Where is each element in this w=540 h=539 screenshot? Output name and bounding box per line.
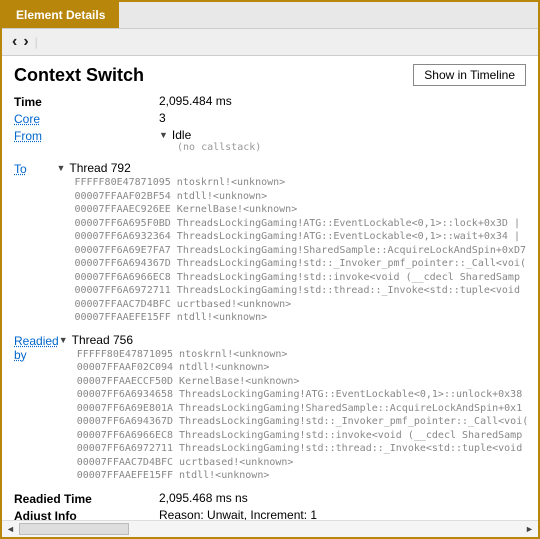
stack-frame: 00007FFAAEC926EE KernelBase!<unknown>	[74, 203, 526, 217]
value-readied-by: ▼ Thread 756 FFFFF80E47871095 ntoskrnl!<…	[59, 333, 529, 489]
toolbar: ‹ › |	[2, 29, 538, 56]
row-adjust-info: Adjust Info Reason: Unwait, Increment: 1	[14, 508, 526, 521]
label-core[interactable]: Core	[14, 111, 159, 126]
row-from: From ▼ Idle (no callstack)	[14, 128, 526, 159]
row-to: To ▼ Thread 792 FFFFF80E47871095 ntoskrn…	[14, 161, 526, 331]
element-details-panel: Element Details ‹ › | Context Switch Sho…	[0, 0, 540, 539]
stack-frame: 00007FF6A69E7FA7 ThreadsLockingGaming!Sh…	[74, 244, 526, 258]
to-thread-name: Thread 792	[69, 161, 130, 175]
row-readied-by: Readied by ▼ Thread 756 FFFFF80E47871095…	[14, 333, 526, 489]
from-no-callstack: (no callstack)	[177, 142, 261, 153]
scroll-right-icon[interactable]: ►	[521, 524, 538, 534]
forward-button[interactable]: ›	[23, 33, 28, 51]
stack-frame: 00007FFAAF02BF54 ntdll!<unknown>	[74, 190, 526, 204]
value-to: ▼ Thread 792 FFFFF80E47871095 ntoskrnl!<…	[56, 161, 526, 331]
row-readied-time: Readied Time 2,095.468 ms ns	[14, 491, 526, 506]
stack-frame: 00007FFAAECCF50D KernelBase!<unknown>	[77, 375, 529, 389]
value-adjust-info: Reason: Unwait, Increment: 1	[159, 508, 317, 521]
readied-by-thread-name: Thread 756	[72, 333, 133, 347]
toolbar-divider: |	[35, 35, 38, 49]
label-from[interactable]: From	[14, 128, 159, 143]
row-time: Time 2,095.484 ms	[14, 94, 526, 109]
value-from: ▼ Idle (no callstack)	[159, 128, 261, 159]
label-readied-by[interactable]: Readied by	[14, 333, 59, 362]
from-thread-name: Idle	[172, 128, 191, 142]
stack-frame: 00007FFAAC7D4BFC ucrtbased!<unknown>	[74, 298, 526, 312]
stack-frame: 00007FF6A6966EC8 ThreadsLockingGaming!st…	[77, 429, 529, 443]
stack-frame: 00007FF6A694367D ThreadsLockingGaming!st…	[77, 415, 529, 429]
stack-frame: 00007FF6A6972711 ThreadsLockingGaming!st…	[74, 284, 526, 298]
stack-frame: 00007FF6A6966EC8 ThreadsLockingGaming!st…	[74, 271, 526, 285]
stack-frame: 00007FF6A6932364 ThreadsLockingGaming!AT…	[74, 230, 526, 244]
stack-frame: 00007FFAAEFE15FF ntdll!<unknown>	[77, 469, 529, 483]
scroll-left-icon[interactable]: ◄	[2, 524, 19, 534]
scroll-track[interactable]	[19, 521, 521, 537]
stack-frame: 00007FF6A694367D ThreadsLockingGaming!st…	[74, 257, 526, 271]
label-to[interactable]: To	[14, 161, 56, 176]
content-area: Context Switch Show in Timeline Time 2,0…	[2, 56, 538, 520]
label-adjust-info: Adjust Info	[14, 508, 159, 521]
expand-icon[interactable]: ▼	[56, 163, 65, 173]
to-callstack: FFFFF80E47871095 ntoskrnl!<unknown>00007…	[74, 176, 526, 325]
stack-frame: 00007FF6A6934658 ThreadsLockingGaming!AT…	[77, 388, 529, 402]
stack-frame: FFFFF80E47871095 ntoskrnl!<unknown>	[74, 176, 526, 190]
show-in-timeline-button[interactable]: Show in Timeline	[413, 64, 526, 86]
label-time: Time	[14, 94, 159, 109]
value-time: 2,095.484 ms	[159, 94, 232, 108]
stack-frame: 00007FFAAF02C094 ntdll!<unknown>	[77, 361, 529, 375]
stack-frame: 00007FF6A6972711 ThreadsLockingGaming!st…	[77, 442, 529, 456]
tab-element-details[interactable]: Element Details	[2, 2, 119, 28]
horizontal-scrollbar[interactable]: ◄ ►	[2, 520, 538, 537]
back-button[interactable]: ‹	[12, 33, 17, 51]
row-core: Core 3	[14, 111, 526, 126]
stack-frame: 00007FF6A695F0BD ThreadsLockingGaming!AT…	[74, 217, 526, 231]
label-readied-time: Readied Time	[14, 491, 159, 506]
expand-icon[interactable]: ▼	[59, 335, 68, 345]
value-core: 3	[159, 111, 166, 125]
expand-icon[interactable]: ▼	[159, 130, 168, 140]
stack-frame: FFFFF80E47871095 ntoskrnl!<unknown>	[77, 348, 529, 362]
page-title: Context Switch	[14, 65, 144, 86]
tab-bar: Element Details	[2, 2, 538, 29]
stack-frame: 00007FFAAC7D4BFC ucrtbased!<unknown>	[77, 456, 529, 470]
readied-by-callstack: FFFFF80E47871095 ntoskrnl!<unknown>00007…	[77, 348, 529, 483]
value-readied-time: 2,095.468 ms ns	[159, 491, 248, 505]
header-row: Context Switch Show in Timeline	[14, 64, 526, 86]
scroll-thumb[interactable]	[19, 523, 129, 535]
stack-frame: 00007FFAAEFE15FF ntdll!<unknown>	[74, 311, 526, 325]
stack-frame: 00007FF6A69E801A ThreadsLockingGaming!Sh…	[77, 402, 529, 416]
